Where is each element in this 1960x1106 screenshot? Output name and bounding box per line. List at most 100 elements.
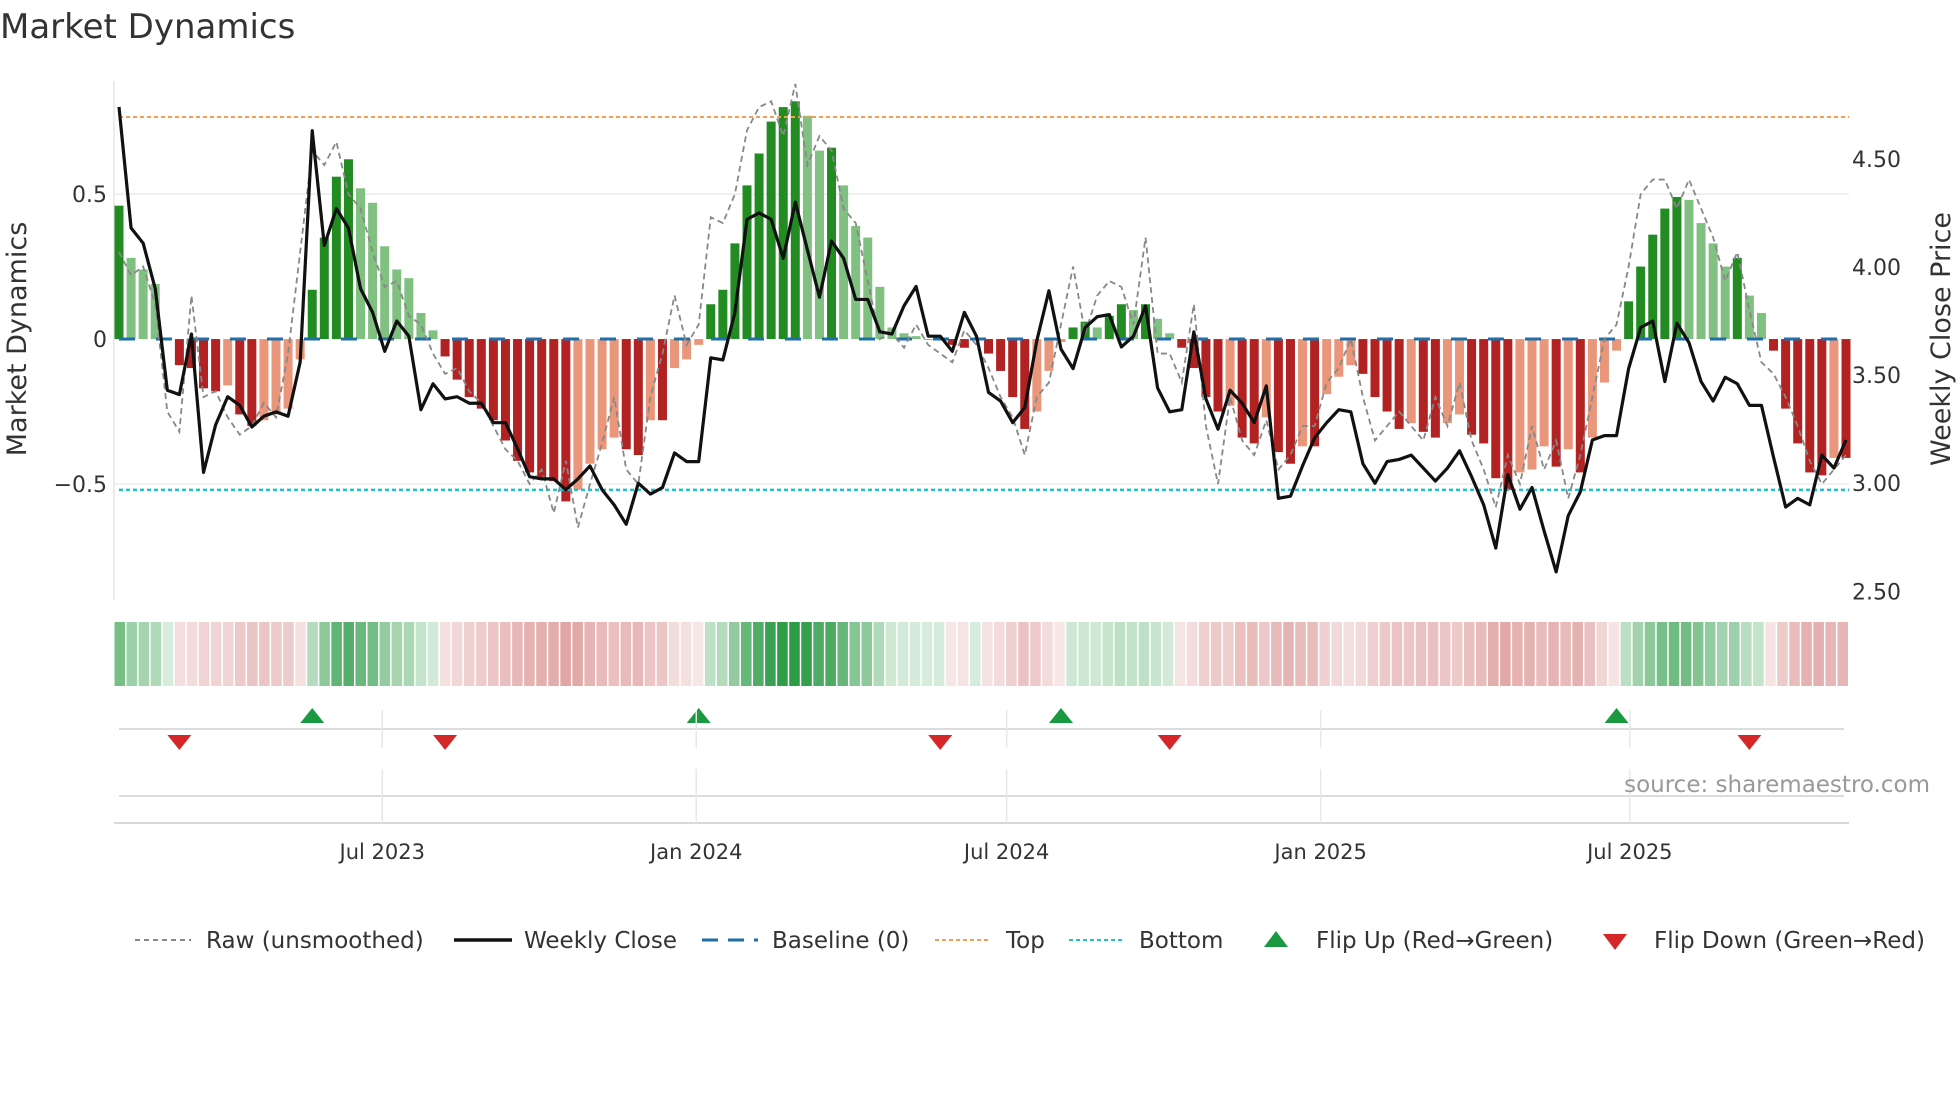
dynamics-bar	[223, 339, 233, 386]
heatmap-cell	[933, 622, 945, 686]
dynamics-bar	[597, 339, 607, 450]
heatmap-cell	[1174, 622, 1186, 686]
flip-down-marker	[928, 735, 953, 750]
dynamics-bar	[1491, 339, 1501, 479]
dynamics-bar	[1660, 208, 1670, 340]
heatmap-cell	[1235, 622, 1246, 686]
market-dynamics-chart: Market Dynamics 0.5 0 −0.5 4.50 4.00 3.50 3.00…	[0, 7, 1957, 954]
dynamics-bar	[742, 185, 752, 340]
dynamics-bar	[247, 339, 257, 427]
heatmap-cell	[861, 622, 873, 686]
dynamics-bar	[1672, 196, 1682, 340]
heatmap-cell	[1704, 622, 1716, 686]
heatmap-cell	[632, 622, 644, 686]
x-tick-label: Jan 2025	[1272, 840, 1367, 864]
flip-down-marker	[167, 735, 192, 750]
heatmap-cell	[283, 622, 294, 686]
dynamics-bar	[1599, 339, 1609, 383]
dynamics-bar	[1793, 339, 1803, 444]
legend-flip-up-label: Flip Up (Red→Green)	[1316, 928, 1553, 954]
dynamics-bar	[476, 339, 486, 409]
heatmap-cell	[1644, 622, 1656, 686]
heatmap-cell	[1355, 622, 1367, 686]
heatmap-cell	[475, 622, 487, 686]
dynamics-bar	[694, 339, 704, 345]
heatmap-cell	[1006, 622, 1017, 686]
y-tick-right: 4.00	[1852, 256, 1901, 281]
dynamics-bar	[984, 339, 994, 354]
dynamics-bar	[416, 312, 426, 340]
heatmap-cell	[1825, 622, 1836, 686]
heatmap-cell	[1789, 622, 1800, 686]
flip-up-marker	[1604, 708, 1629, 723]
heatmap-cell	[138, 622, 150, 686]
heatmap-cell	[813, 622, 824, 686]
heatmap-cell	[1090, 622, 1101, 686]
heatmap-cell	[1343, 622, 1355, 686]
dynamics-bar	[1298, 339, 1308, 447]
heatmap-cell	[1584, 622, 1595, 686]
heatmap-cell	[1560, 622, 1571, 686]
heatmap-cell	[692, 622, 704, 686]
dynamics-bar	[1068, 327, 1078, 340]
dynamics-bar	[1756, 312, 1766, 340]
heatmap-cell	[1668, 622, 1680, 686]
heatmap-cell	[1150, 622, 1162, 686]
heatmap-cell	[524, 622, 535, 686]
dynamics-bar	[959, 339, 969, 348]
heatmap-cell	[1463, 622, 1475, 686]
dynamics-bar	[114, 205, 124, 340]
legend-close-label: Weekly Close	[524, 928, 677, 954]
heatmap-cell	[1391, 622, 1403, 686]
heatmap-cell	[451, 622, 463, 686]
heatmap-cell	[1536, 622, 1547, 686]
heatmap-cell	[234, 622, 246, 686]
dynamics-bar	[754, 153, 764, 340]
y-tick-right: 3.50	[1852, 364, 1901, 389]
y-tick-right: 4.50	[1852, 148, 1901, 173]
dynamics-bar	[380, 246, 390, 340]
y-tick-right: 2.50	[1852, 580, 1901, 605]
dynamics-bar	[1708, 243, 1718, 340]
dynamics-bar	[670, 339, 680, 369]
dynamics-bar	[1563, 339, 1573, 450]
dynamics-bar	[1732, 257, 1742, 340]
heatmap-cell	[1680, 622, 1692, 686]
heatmap-cell	[1331, 622, 1342, 686]
dynamics-bar	[1358, 339, 1368, 374]
dynamics-bar	[1008, 339, 1018, 398]
heatmap-cell	[150, 622, 162, 686]
dynamics-bar	[537, 339, 547, 479]
dynamics-bar	[573, 339, 583, 490]
heatmap-cell	[1620, 622, 1632, 686]
heatmap-cell	[873, 622, 885, 686]
dynamics-bar	[1285, 339, 1295, 464]
dynamics-bar	[1213, 339, 1223, 412]
dynamics-bar	[259, 339, 269, 421]
heatmap-cell	[1138, 622, 1150, 686]
heatmap-cell	[415, 622, 427, 686]
y-tick-right: 3.00	[1852, 472, 1901, 497]
flip-up-marker	[1049, 708, 1073, 723]
dynamics-bar	[1575, 339, 1585, 473]
flip-down-marker	[1157, 735, 1182, 750]
heatmap-cell	[271, 622, 282, 686]
heatmap-cell	[1222, 622, 1234, 686]
legend-flip-up-icon	[1264, 931, 1288, 947]
heatmap-cell	[331, 622, 342, 686]
heatmap-cell	[1379, 622, 1391, 686]
heatmap-cell	[1403, 622, 1415, 686]
heatmap-cell	[1801, 622, 1812, 686]
y-tick-left: −0.5	[54, 473, 107, 498]
heatmap-cell	[957, 622, 969, 686]
heatmap-cell	[1729, 622, 1740, 686]
legend-flip-down-icon	[1603, 934, 1627, 950]
heatmap-cell	[126, 622, 138, 686]
heatmap-cell	[1488, 622, 1499, 686]
heatmap-cell	[1512, 622, 1523, 686]
heatmap-cell	[1367, 622, 1379, 686]
x-tick-label: Jul 2025	[1585, 840, 1672, 864]
heatmap-cell	[620, 622, 632, 686]
heatmap-cell	[1271, 622, 1282, 686]
dynamics-bar	[199, 339, 209, 389]
